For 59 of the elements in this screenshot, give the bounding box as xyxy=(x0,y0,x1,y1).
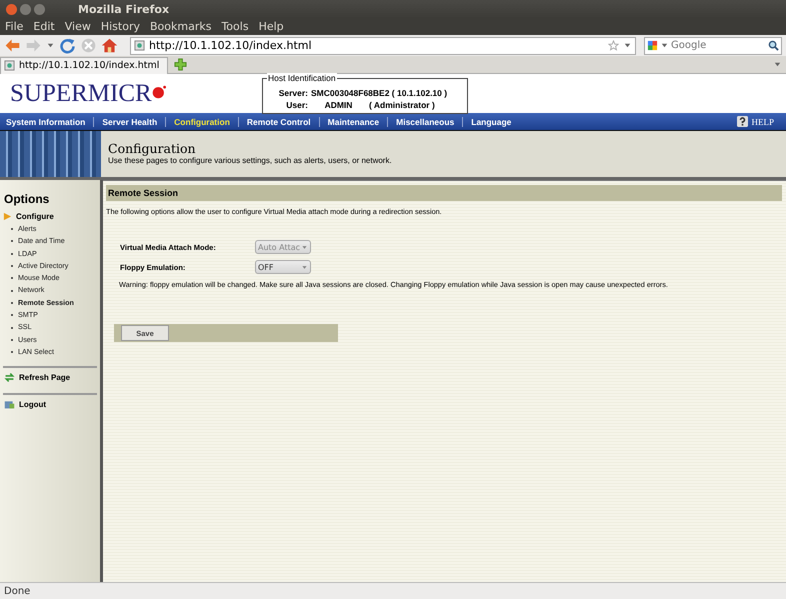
menu-item[interactable]: File xyxy=(0,20,28,33)
role-value: ( Administrator ) xyxy=(369,98,435,110)
page-icon xyxy=(134,40,145,51)
dropdown-caret-icon[interactable] xyxy=(46,41,55,50)
star-icon[interactable] xyxy=(608,40,619,51)
nav-tab[interactable]: Remote Control xyxy=(246,116,311,126)
maximize-icon[interactable] xyxy=(34,4,45,14)
sidebar-title: Options xyxy=(3,192,50,206)
status-text: Done xyxy=(4,586,30,596)
logout-link[interactable]: Logout xyxy=(19,400,46,410)
nav-tab[interactable]: System Information xyxy=(6,116,86,126)
refresh-icon[interactable] xyxy=(4,372,15,384)
nav-tab[interactable]: Configuration xyxy=(174,116,230,126)
search-field[interactable]: Google xyxy=(644,36,782,54)
nav-tab[interactable]: Miscellaneous xyxy=(396,116,454,126)
server-value: SMC003048F68BE2 ( 10.1.102.10 ) xyxy=(311,86,448,98)
browser-tab[interactable]: http://10.1.102.10/index.html xyxy=(0,56,168,74)
dropdown-caret-icon[interactable] xyxy=(773,60,782,69)
reload-icon[interactable] xyxy=(59,37,76,54)
logo-text: SUPERMICR xyxy=(10,80,152,108)
dropdown[interactable]: OFF xyxy=(255,260,311,274)
help-icon[interactable] xyxy=(736,116,748,127)
dropdown-caret-icon[interactable] xyxy=(623,41,632,50)
window-title: Mozilla Firefox xyxy=(78,2,170,16)
nav-tab[interactable]: Server Health xyxy=(102,116,158,126)
page-title: Configuration xyxy=(108,142,197,156)
menu-item[interactable]: Edit xyxy=(28,20,60,33)
menu-item[interactable]: View xyxy=(60,20,96,33)
nav-tab[interactable]: Maintenance xyxy=(328,116,380,126)
user-value: ADMIN xyxy=(324,98,354,110)
close-icon[interactable] xyxy=(6,4,17,14)
section-heading: Remote Session xyxy=(106,185,782,201)
dropdown-caret-icon[interactable] xyxy=(660,41,669,50)
page-subtitle: Use these pages to configure various settings, such as alerts, users, or network. xyxy=(108,156,392,165)
nav-tab[interactable]: Language xyxy=(471,116,512,126)
stop-icon[interactable] xyxy=(80,37,97,54)
field-label: Server: xyxy=(278,86,308,98)
dropdown-caret-icon xyxy=(301,264,308,270)
logo-circle-icon xyxy=(152,85,166,99)
plus-icon[interactable] xyxy=(174,58,188,71)
refresh-link[interactable]: Refresh Page xyxy=(19,373,70,382)
menu-item[interactable]: Tools xyxy=(216,20,254,33)
dropdown-caret-icon xyxy=(301,244,308,250)
page-icon xyxy=(4,60,15,71)
back-arrow-icon[interactable] xyxy=(4,37,21,54)
triangle-icon xyxy=(3,212,12,221)
address-field[interactable]: http://10.1.102.10/index.html xyxy=(130,36,636,54)
sidebar-section[interactable]: Configure xyxy=(16,212,54,221)
menu-item[interactable]: History xyxy=(96,20,145,33)
field-label: User: xyxy=(285,98,308,110)
search-engine-icon[interactable] xyxy=(647,40,658,51)
minimize-icon[interactable] xyxy=(20,4,31,14)
logout-icon[interactable] xyxy=(4,399,15,410)
search-icon[interactable] xyxy=(768,40,779,51)
home-icon[interactable] xyxy=(101,37,118,54)
menu-item[interactable]: Help xyxy=(254,20,289,33)
menu-item[interactable]: Bookmarks xyxy=(144,20,216,33)
help-link[interactable]: HELP xyxy=(752,116,774,126)
panel-legend: Host Identification xyxy=(267,72,337,82)
